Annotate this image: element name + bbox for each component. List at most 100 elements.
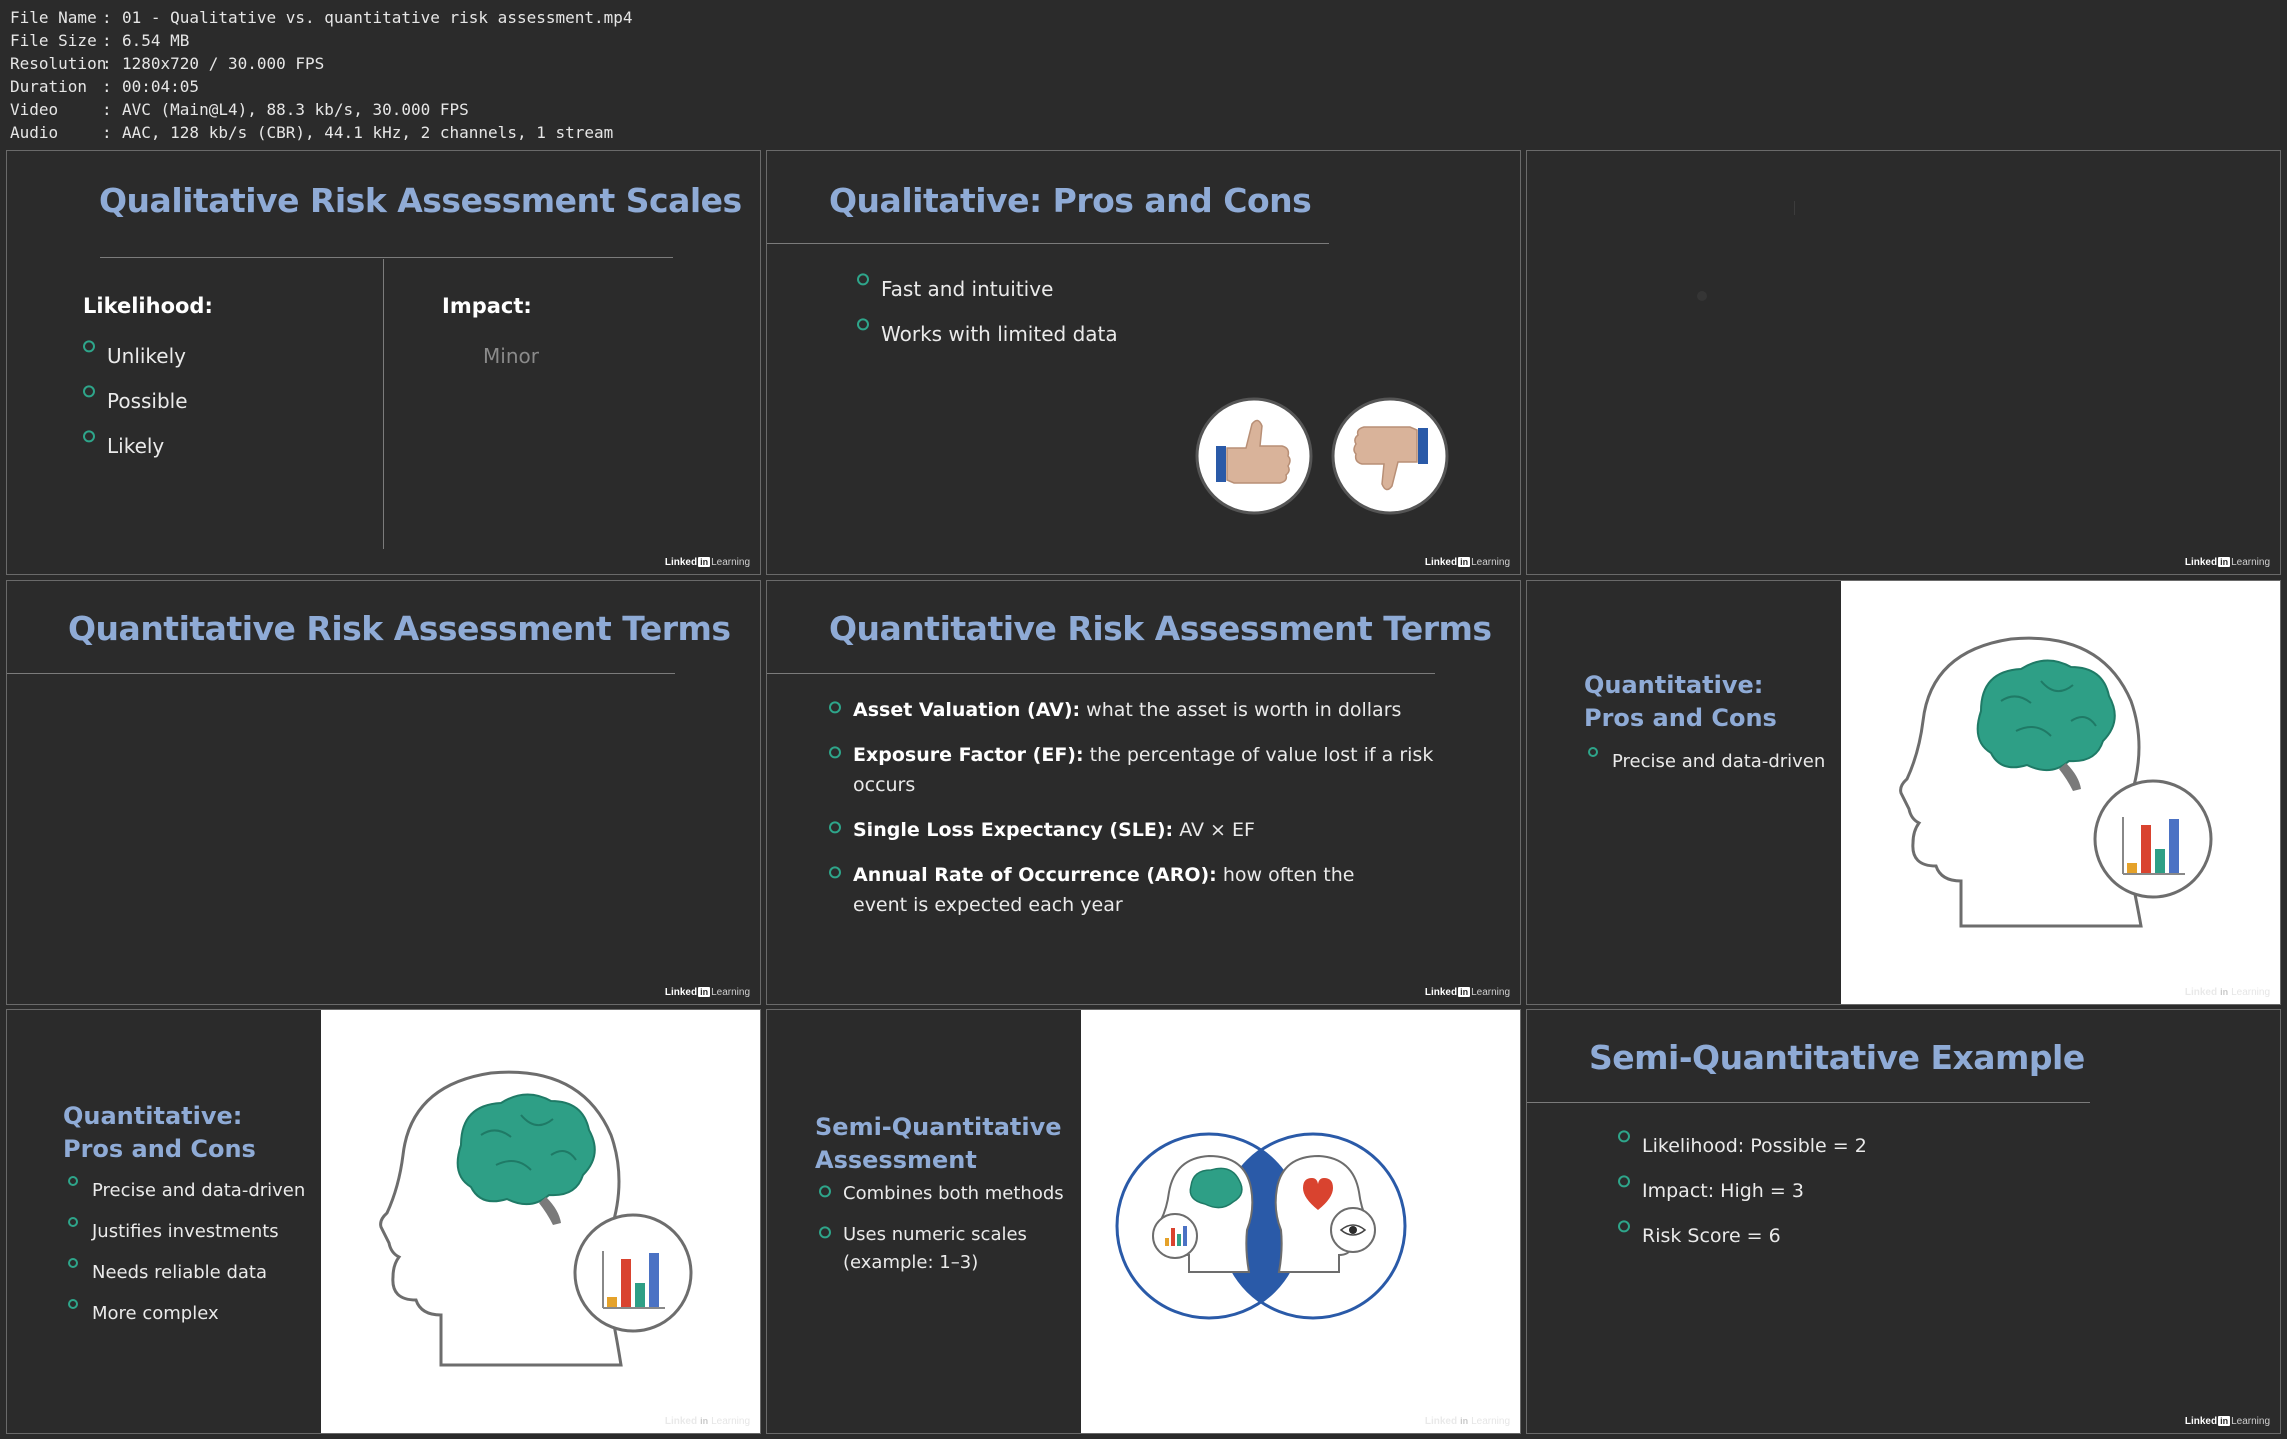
faint-dot xyxy=(1697,291,1707,301)
illustration-panel xyxy=(1081,1010,1520,1433)
terms-list: Asset Valuation (AV): what the asset is … xyxy=(829,695,1469,920)
brand-mark: in xyxy=(1458,1416,1471,1426)
thumbnail-frame-7[interactable]: Quantitative: Pros and Cons Precise and … xyxy=(6,1009,761,1434)
info-key: File Name xyxy=(10,8,97,27)
slide-title: Quantitative Risk Assessment Terms xyxy=(68,609,731,648)
thumbnail-frame-4[interactable]: Quantitative Risk Assessment Terms Linke… xyxy=(6,580,761,1005)
brand-left: Linked xyxy=(1424,557,1458,568)
info-key: Audio xyxy=(10,123,59,142)
file-info-row: File Name: 01 - Qualitative vs. quantita… xyxy=(10,6,633,29)
file-info: File Name: 01 - Qualitative vs. quantita… xyxy=(10,6,633,144)
info-value: 6.54 MB xyxy=(122,31,190,50)
brand-mark: in xyxy=(698,987,711,997)
info-value: 01 - Qualitative vs. quantitative risk a… xyxy=(122,8,633,27)
linkedin-learning-logo: Linked in Learning xyxy=(1425,557,1510,568)
info-sep: : xyxy=(102,77,122,96)
info-key: File Size xyxy=(10,31,97,50)
linkedin-learning-logo: Linked in Learning xyxy=(1425,987,1510,998)
brand-mark: in xyxy=(2218,557,2231,567)
linkedin-learning-logo: Linked in Learning xyxy=(665,987,750,998)
brand-left: Linked xyxy=(2184,557,2218,568)
file-info-row: Video: AVC (Main@L4), 88.3 kb/s, 30.000 … xyxy=(10,98,633,121)
list-item: Needs reliable data xyxy=(68,1252,305,1293)
list-item: Annual Rate of Occurrence (ARO): how oft… xyxy=(829,860,1413,920)
list-item: Possible xyxy=(83,379,188,424)
likelihood-list: Unlikely Possible Likely xyxy=(83,334,188,469)
thumbnail-frame-3[interactable]: Linked in Learning xyxy=(1526,150,2281,575)
thumbnail-frame-2[interactable]: Qualitative: Pros and Cons Fast and intu… xyxy=(766,150,1521,575)
brand-right: Learning xyxy=(2231,557,2270,568)
thumbnail-frame-8[interactable]: Semi-Quantitative Assessment Combines bo… xyxy=(766,1009,1521,1434)
list-item: More complex xyxy=(68,1293,305,1334)
file-info-row: File Size: 6.54 MB xyxy=(10,29,633,52)
brand-left: Linked xyxy=(1424,1416,1458,1427)
info-sep: : xyxy=(102,100,122,119)
brand-right: Learning xyxy=(711,1416,750,1427)
slide-title: Semi-Quantitative Example xyxy=(1589,1038,2085,1077)
likelihood-label: Likelihood: xyxy=(83,294,213,318)
thumbnail-frame-6[interactable]: Quantitative: Pros and Cons Precise and … xyxy=(1526,580,2281,1005)
slide-title: Quantitative: Pros and Cons xyxy=(63,1100,256,1166)
brand-mark: in xyxy=(1458,557,1471,567)
venn-diagram-icon xyxy=(1115,1132,1407,1320)
info-sep: : xyxy=(102,8,122,27)
thumbnail-frame-1[interactable]: Qualitative Risk Assessment Scales Likel… xyxy=(6,150,761,575)
term: Annual Rate of Occurrence (ARO): xyxy=(853,864,1217,886)
title-divider xyxy=(100,257,673,258)
slide-title: Quantitative Risk Assessment Terms xyxy=(829,609,1492,648)
list-item: Precise and data-driven xyxy=(1588,741,1825,782)
linkedin-learning-logo: Linked in Learning xyxy=(665,557,750,568)
list-item: Risk Score = 6 xyxy=(1618,1214,1867,1259)
semi-quant-list: Combines both methods Uses numeric scale… xyxy=(819,1180,1069,1277)
head-with-brain-icon xyxy=(1899,636,2213,928)
title-divider xyxy=(7,673,675,674)
thumbnail-frame-9[interactable]: Semi-Quantitative Example Likelihood: Po… xyxy=(1526,1009,2281,1434)
title-line: Pros and Cons xyxy=(1584,704,1777,732)
illustration-panel xyxy=(1841,581,2280,1004)
brand-right: Learning xyxy=(2231,987,2270,998)
info-value: AVC (Main@L4), 88.3 kb/s, 30.000 FPS xyxy=(122,100,469,119)
slide-title: Quantitative: Pros and Cons xyxy=(1584,669,1777,735)
brand-mark: in xyxy=(698,1416,711,1426)
linkedin-learning-logo: Linked in Learning xyxy=(665,1416,750,1427)
impact-label: Impact: xyxy=(442,294,532,318)
brand-mark: in xyxy=(698,557,711,567)
pros-list: Fast and intuitive Works with limited da… xyxy=(857,267,1118,357)
slide-title: Semi-Quantitative Assessment xyxy=(815,1111,1062,1177)
title-line: Pros and Cons xyxy=(63,1135,256,1163)
list-item: Precise and data-driven xyxy=(68,1170,305,1211)
title-line: Semi-Quantitative xyxy=(815,1113,1062,1141)
term: Exposure Factor (EF): xyxy=(853,744,1084,766)
brand-mark: in xyxy=(1458,987,1471,997)
term-desc: AV × EF xyxy=(1173,819,1255,841)
title-line: Quantitative: xyxy=(1584,671,1764,699)
brand-left: Linked xyxy=(664,1416,698,1427)
term: Single Loss Expectancy (SLE): xyxy=(853,819,1174,841)
info-sep: : xyxy=(102,123,122,142)
brand-left: Linked xyxy=(1424,987,1458,998)
title-line: Quantitative: xyxy=(63,1102,243,1130)
list-item: Uses numeric scales (example: 1–3) xyxy=(819,1221,1033,1277)
list-item: Likelihood: Possible = 2 xyxy=(1618,1124,1867,1169)
brand-mark: in xyxy=(2218,987,2231,997)
thumbnail-frame-5[interactable]: Quantitative Risk Assessment Terms Asset… xyxy=(766,580,1521,1005)
brand-right: Learning xyxy=(1471,987,1510,998)
info-key: Video xyxy=(10,100,59,119)
list-item: Unlikely xyxy=(83,334,188,379)
brand-right: Learning xyxy=(2231,1416,2270,1427)
info-key: Resolution xyxy=(10,54,107,73)
column-divider xyxy=(383,259,384,549)
info-sep: : xyxy=(102,31,122,50)
brand-left: Linked xyxy=(664,557,698,568)
slide-title: Qualitative: Pros and Cons xyxy=(829,181,1312,220)
brand-right: Learning xyxy=(1471,557,1510,568)
term-desc: what the asset is worth in dollars xyxy=(1080,699,1402,721)
brand-right: Learning xyxy=(1471,1416,1510,1427)
brand-left: Linked xyxy=(2184,987,2218,998)
faint-cursor-mark xyxy=(1794,201,1795,215)
info-key: Duration xyxy=(10,77,88,96)
slide-title: Qualitative Risk Assessment Scales xyxy=(99,181,742,220)
list-item: Likely xyxy=(83,424,188,469)
linkedin-learning-logo: Linked in Learning xyxy=(1425,1416,1510,1427)
brand-mark: in xyxy=(2218,1416,2231,1426)
